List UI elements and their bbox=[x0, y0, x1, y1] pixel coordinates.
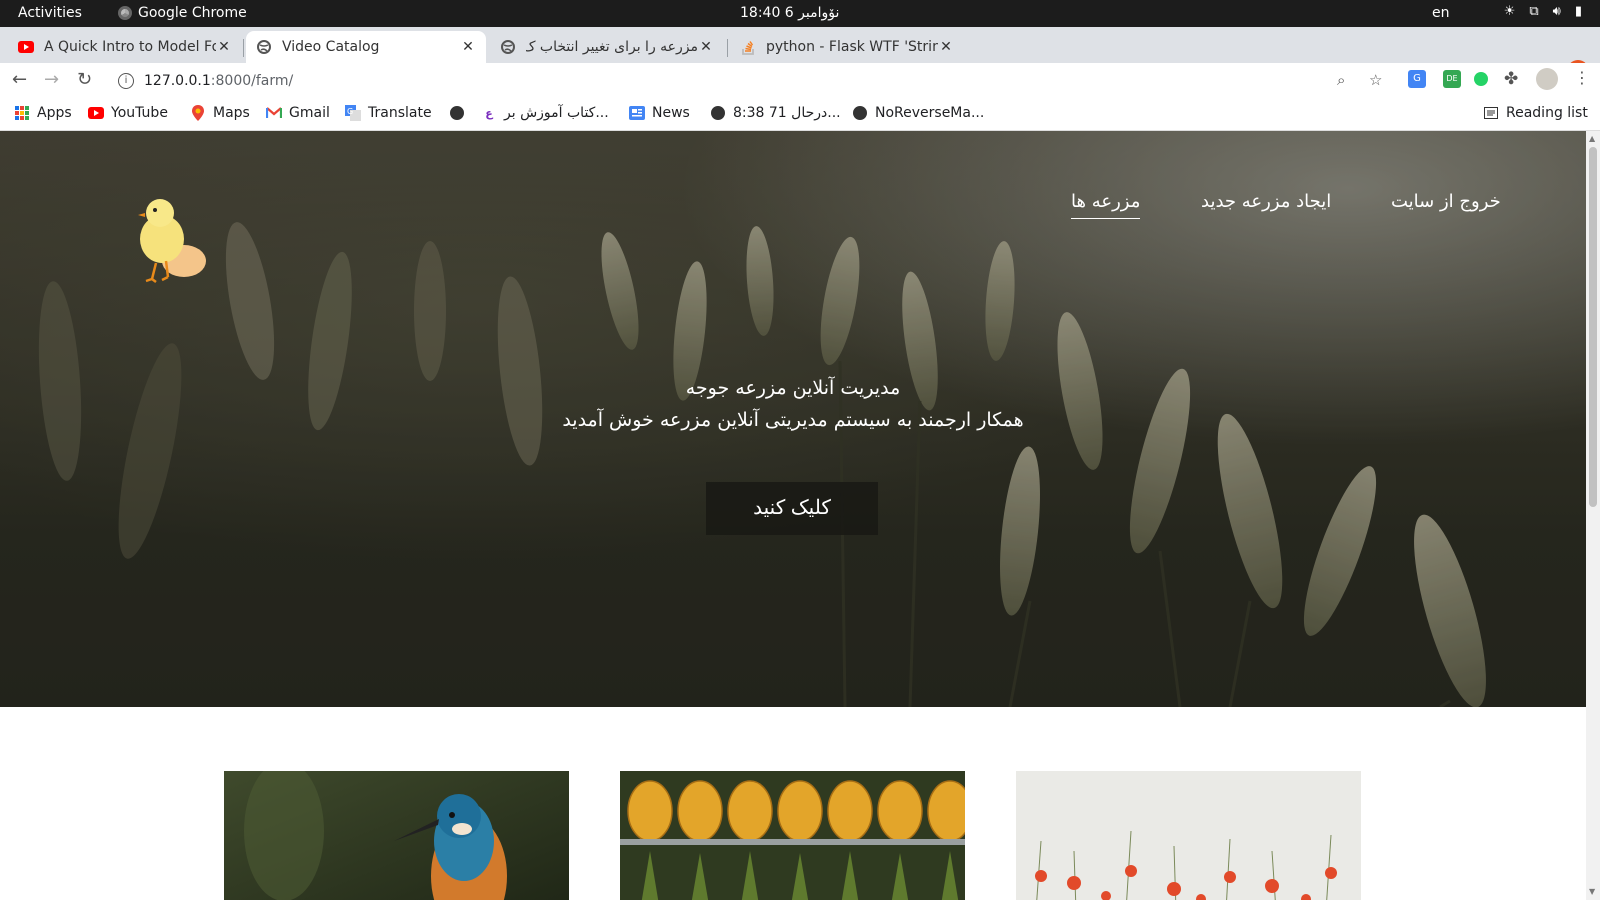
card-poppies[interactable] bbox=[1016, 771, 1361, 900]
bookmark-news[interactable]: News bbox=[629, 105, 690, 121]
url-text[interactable]: 127.0.0.1:8000/farm/ bbox=[144, 73, 293, 89]
bookmark-icon: ع bbox=[485, 106, 493, 120]
system-tray[interactable]: ☀ ⧉ 🔊︎ ▮ bbox=[1504, 4, 1582, 19]
bookmark-translate[interactable]: G Translate bbox=[345, 105, 432, 121]
hero-click-button[interactable]: کلیک کنید bbox=[706, 482, 878, 535]
scroll-up-icon[interactable]: ▲ bbox=[1589, 134, 1595, 143]
bookmark-label: 8:38 71 درحال... bbox=[733, 105, 841, 121]
bookmark-timer[interactable]: 8:38 71 درحال... bbox=[710, 105, 841, 121]
tab-video-catalog[interactable]: Video Catalog ✕ bbox=[246, 31, 486, 63]
back-icon[interactable]: ← bbox=[12, 69, 27, 90]
google-translate-extension-icon[interactable]: G bbox=[1408, 70, 1426, 88]
bookmark-label: کتاب آموزش بر... bbox=[504, 105, 609, 121]
profile-avatar[interactable] bbox=[1536, 68, 1558, 90]
pineapples-photo bbox=[620, 771, 965, 900]
close-icon[interactable]: ✕ bbox=[216, 39, 232, 55]
main-nav: خروج از سایت ایجاد مزرعه جدید مزرعه ها bbox=[0, 191, 1586, 231]
youtube-icon bbox=[18, 39, 34, 55]
tab-farm-select[interactable]: مزرعه را برای تغییر انتخاب ک ✕ bbox=[490, 31, 724, 63]
tab-strip: A Quick Intro to Model Fo ✕ Video Catalo… bbox=[0, 27, 1600, 83]
reload-icon[interactable]: ↻ bbox=[77, 69, 92, 90]
zoom-icon[interactable]: ⌕ bbox=[1337, 71, 1345, 89]
input-language[interactable]: en bbox=[1432, 5, 1450, 21]
bookmark-apps[interactable]: Apps bbox=[14, 105, 72, 121]
page-scrollbar[interactable]: ▲ ▼ bbox=[1586, 131, 1600, 900]
page-viewport: خروج از سایت ایجاد مزرعه جدید مزرعه ها م… bbox=[0, 131, 1586, 900]
card-kingfisher[interactable] bbox=[224, 771, 569, 900]
bookmark-star-icon[interactable]: ☆ bbox=[1369, 71, 1382, 89]
bookmark-label: Translate bbox=[368, 105, 432, 121]
reading-list-icon bbox=[1483, 105, 1499, 121]
globe-icon bbox=[256, 39, 272, 55]
reading-list-button[interactable]: Reading list bbox=[1483, 105, 1588, 121]
apps-grid-icon bbox=[14, 105, 30, 121]
bookmark-label: NoReverseMa... bbox=[875, 105, 985, 121]
system-top-bar: Activities Google Chrome 18:40 6 نۆوامبر… bbox=[0, 0, 1600, 27]
bookmark-label: Apps bbox=[37, 105, 72, 121]
browser-toolbar: ← → ↻ i 127.0.0.1:8000/farm/ ⌕ ☆ G DE ✤ … bbox=[0, 63, 1600, 99]
volume-icon: 🔊︎ bbox=[1552, 4, 1561, 19]
activities-button[interactable]: Activities bbox=[18, 5, 82, 21]
youtube-icon bbox=[88, 105, 104, 121]
kingfisher-photo bbox=[224, 771, 569, 900]
tab-model-intro[interactable]: A Quick Intro to Model Fo ✕ bbox=[8, 31, 242, 63]
maps-pin-icon bbox=[190, 105, 206, 121]
nav-new-farm-link[interactable]: ایجاد مزرعه جدید bbox=[1201, 191, 1331, 212]
poppy-field-photo bbox=[1016, 771, 1361, 900]
address-bar[interactable]: i 127.0.0.1:8000/farm/ bbox=[108, 66, 1382, 96]
stackoverflow-icon bbox=[740, 39, 756, 55]
translate-icon: G bbox=[345, 105, 361, 121]
bookmark-gmail[interactable]: Gmail bbox=[266, 105, 330, 121]
tab-title: Video Catalog bbox=[282, 39, 380, 55]
tab-title: python - Flask WTF 'String bbox=[766, 39, 938, 55]
site-info-icon[interactable]: i bbox=[118, 73, 134, 89]
bookmark-persian-book[interactable]: ع کتاب آموزش بر... bbox=[481, 105, 609, 121]
news-icon bbox=[629, 105, 645, 121]
globe-icon bbox=[710, 105, 726, 121]
language-de-extension-icon[interactable]: DE bbox=[1443, 70, 1461, 88]
close-icon[interactable]: ✕ bbox=[698, 39, 714, 55]
tab-title: مزرعه را برای تغییر انتخاب ک bbox=[526, 39, 698, 55]
globe-icon bbox=[500, 39, 516, 55]
bookmark-noreverse[interactable]: NoReverseMa... bbox=[852, 105, 984, 121]
tab-separator bbox=[243, 39, 244, 57]
reading-list-label: Reading list bbox=[1506, 105, 1588, 121]
chrome-menu-icon[interactable]: ⋮ bbox=[1574, 68, 1590, 87]
tab-flask-wtf[interactable]: python - Flask WTF 'String ✕ bbox=[730, 31, 964, 63]
bookmark-label: YouTube bbox=[111, 105, 168, 121]
bookmarks-bar: Apps YouTube Maps Gmail G Translate ع کت… bbox=[0, 99, 1600, 131]
hero-subtitle: همکار ارجمند به سیستم مدیریتی آنلاین مزر… bbox=[562, 409, 1024, 431]
app-menu[interactable]: Google Chrome bbox=[118, 5, 247, 21]
globe-icon bbox=[449, 105, 465, 121]
chrome-icon bbox=[118, 6, 132, 20]
battery-icon: ▮ bbox=[1574, 4, 1582, 19]
globe-icon bbox=[852, 105, 868, 121]
app-name: Google Chrome bbox=[138, 5, 247, 21]
whatsapp-extension-icon[interactable] bbox=[1474, 72, 1488, 86]
bookmark-youtube[interactable]: YouTube bbox=[88, 105, 168, 121]
brightness-icon: ☀ bbox=[1503, 4, 1516, 19]
forward-icon[interactable]: → bbox=[44, 69, 59, 90]
bookmark-label: Maps bbox=[213, 105, 250, 121]
network-icon: ⧉ bbox=[1529, 4, 1539, 19]
tab-title: A Quick Intro to Model Fo bbox=[44, 39, 216, 55]
close-icon[interactable]: ✕ bbox=[938, 39, 954, 55]
hero-title: مدیریت آنلاین مزرعه جوجه bbox=[685, 377, 901, 399]
extensions-puzzle-icon[interactable]: ✤ bbox=[1504, 69, 1518, 89]
nav-farms-link[interactable]: مزرعه ها bbox=[1071, 191, 1141, 219]
close-icon[interactable]: ✕ bbox=[460, 39, 476, 55]
scrollbar-thumb[interactable] bbox=[1589, 147, 1597, 507]
clock[interactable]: 18:40 6 نۆوامبر bbox=[740, 5, 839, 21]
gmail-icon bbox=[266, 105, 282, 121]
bookmark-globe[interactable] bbox=[449, 105, 465, 121]
tab-separator bbox=[727, 39, 728, 57]
scroll-down-icon[interactable]: ▼ bbox=[1589, 887, 1595, 896]
nav-logout-link[interactable]: خروج از سایت bbox=[1391, 191, 1501, 212]
hero-section: خروج از سایت ایجاد مزرعه جدید مزرعه ها م… bbox=[0, 131, 1586, 707]
bookmark-label: Gmail bbox=[289, 105, 330, 121]
bookmark-label: News bbox=[652, 105, 690, 121]
bookmark-maps[interactable]: Maps bbox=[190, 105, 250, 121]
card-pineapples[interactable] bbox=[620, 771, 965, 900]
svg-text:G: G bbox=[347, 107, 353, 116]
